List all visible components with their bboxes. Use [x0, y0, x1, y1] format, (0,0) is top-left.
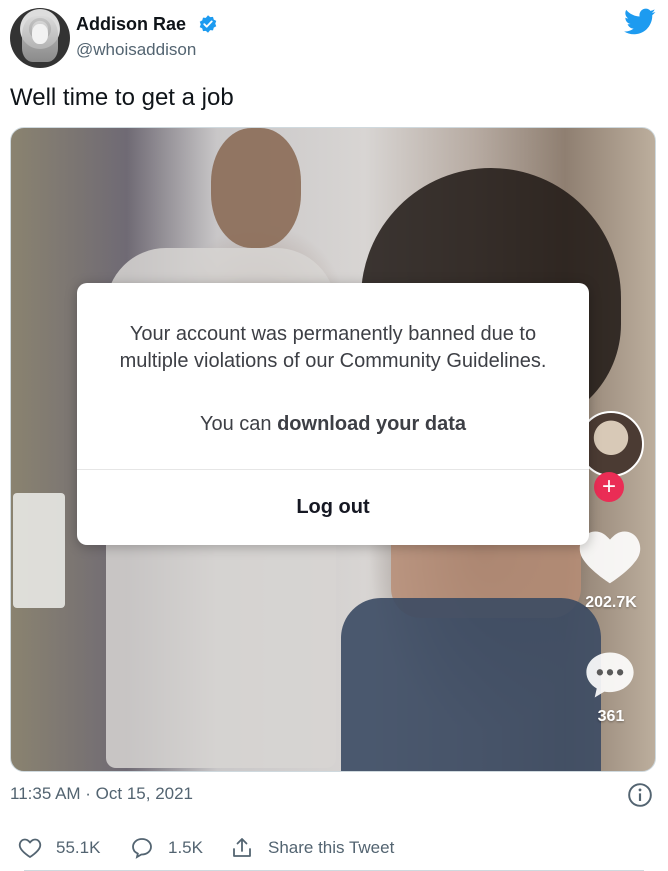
like-count: 55.1K [56, 838, 101, 857]
share-button[interactable]: Share this Tweet [230, 832, 394, 864]
download-prefix: You can [199, 413, 278, 435]
reply-button[interactable]: 1.5K [130, 832, 203, 864]
person-jeans [341, 598, 601, 771]
info-icon[interactable] [627, 782, 653, 808]
download-data-link[interactable]: download your data [277, 413, 466, 435]
person-head [211, 128, 301, 248]
reply-count: 1.5K [168, 838, 203, 857]
tweet-timestamp[interactable]: 11:35 AM · Oct 15, 2021 [10, 784, 193, 804]
like-button[interactable]: 55.1K [18, 832, 100, 864]
log-out-button[interactable]: Log out [77, 470, 589, 545]
ban-message: Your account was permanently banned due … [119, 323, 547, 372]
tiktok-comment-icon[interactable] [582, 648, 638, 702]
twitter-logo-icon[interactable] [624, 8, 656, 36]
tweet-text: Well time to get a job [10, 84, 234, 111]
share-label: Share this Tweet [268, 838, 395, 857]
author-name[interactable]: Addison Rae [76, 14, 186, 35]
tweet-actions: 55.1K 1.5K Share this Tweet [10, 832, 658, 864]
tiktok-likes-count: 202.7K [585, 594, 637, 611]
tweet-media[interactable]: + 202.7K 361 Your account was permanentl… [10, 127, 656, 772]
tweet-header: Addison Rae @whoisaddison [10, 6, 658, 68]
follow-plus-button[interactable]: + [594, 472, 624, 502]
heart-icon [18, 838, 42, 859]
author-handle[interactable]: @whoisaddison [76, 40, 196, 60]
ban-dialog: Your account was permanently banned due … [77, 283, 589, 545]
verified-badge-icon [199, 15, 217, 33]
reply-icon [132, 838, 152, 859]
share-icon [233, 838, 251, 857]
avatar[interactable] [10, 8, 70, 68]
wall-switch [13, 493, 65, 608]
download-data-line: You can download your data [77, 413, 589, 436]
tiktok-comments-count: 361 [597, 708, 625, 725]
